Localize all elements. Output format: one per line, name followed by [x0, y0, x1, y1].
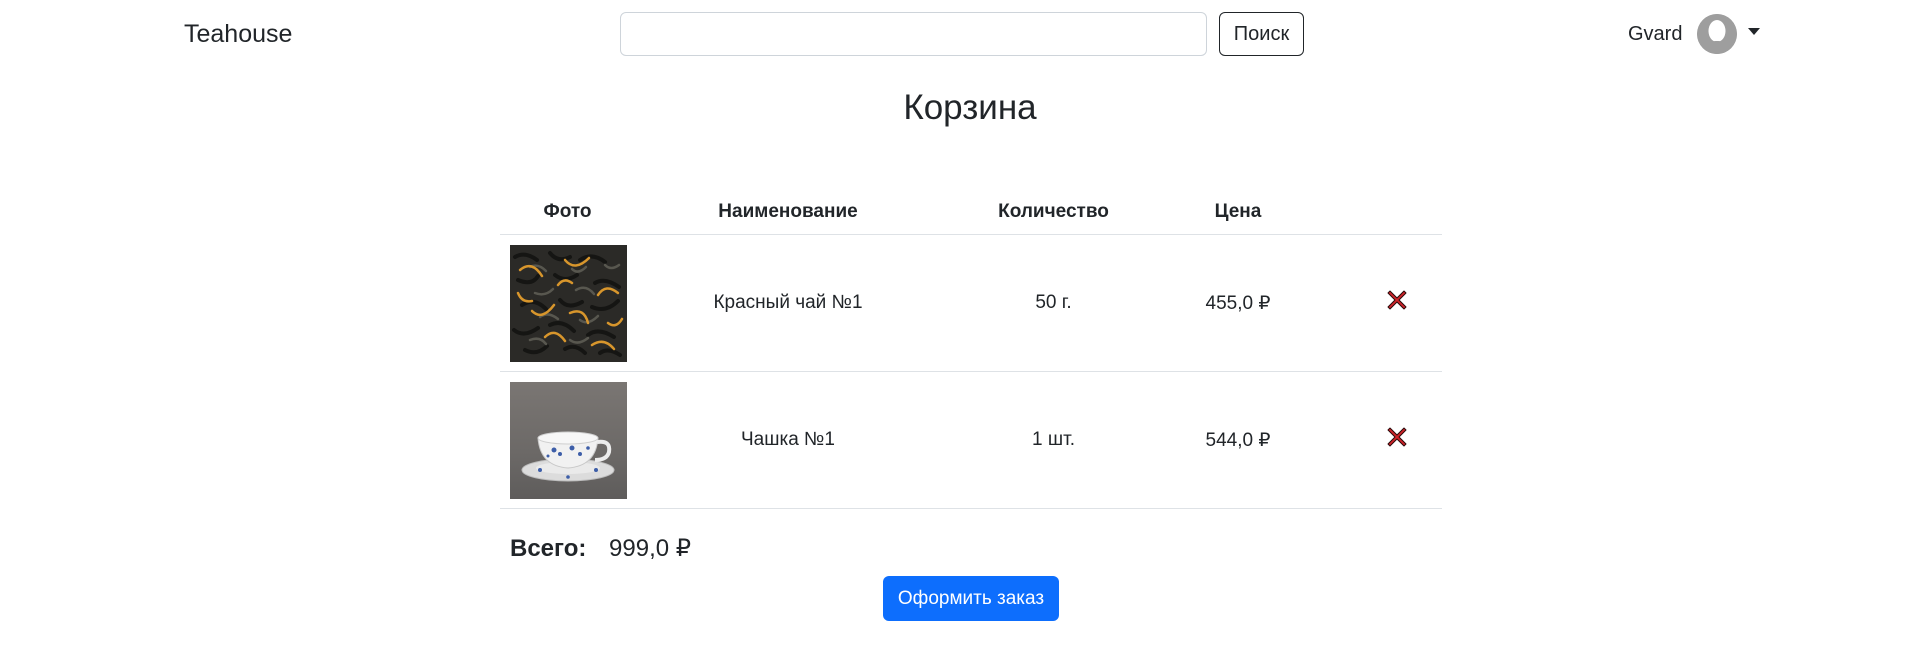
- total-label: Всего:: [510, 535, 587, 562]
- brand-link[interactable]: Teahouse: [184, 20, 292, 49]
- column-header-price: Цена: [1166, 190, 1310, 235]
- item-name: Красный чай №1: [635, 234, 941, 372]
- avatar: [1697, 14, 1737, 54]
- column-header-name: Наименование: [635, 190, 941, 235]
- photo-cell: [500, 234, 635, 372]
- navbar: Teahouse Поиск Gvard: [0, 0, 1920, 70]
- actions-cell: [1310, 371, 1442, 509]
- search-input[interactable]: [620, 12, 1207, 56]
- column-header-actions: [1310, 190, 1442, 235]
- column-header-photo: Фото: [500, 190, 635, 235]
- actions-cell: [1310, 234, 1442, 372]
- photo-cell: [500, 371, 635, 509]
- user-icon: [1697, 14, 1737, 54]
- item-price: 455,0 ₽: [1166, 234, 1310, 372]
- loose-leaf-tea-photo[interactable]: [510, 244, 627, 362]
- tea-cup-photo[interactable]: [510, 381, 627, 499]
- table-row: Красный чай №1 50 г. 455,0 ₽: [500, 234, 1442, 372]
- order-total: Всего: 999,0 ₽: [510, 534, 691, 563]
- search-button[interactable]: Поиск: [1219, 12, 1304, 56]
- page-title: Корзина: [903, 88, 1037, 127]
- remove-item-button[interactable]: [1385, 288, 1409, 312]
- table-row: Чашка №1 1 шт. 544,0 ₽: [500, 371, 1442, 509]
- total-value: 999,0 ₽: [609, 535, 692, 562]
- checkout-button[interactable]: Оформить заказ: [883, 576, 1059, 621]
- remove-item-button[interactable]: [1385, 425, 1409, 449]
- column-header-quantity: Количество: [941, 190, 1166, 235]
- table-header-row: Фото Наименование Количество Цена: [500, 190, 1442, 235]
- user-menu-dropdown[interactable]: [1697, 14, 1760, 56]
- item-name: Чашка №1: [635, 371, 941, 509]
- cart-table: Фото Наименование Количество Цена Красны…: [500, 190, 1442, 509]
- item-quantity: 1 шт.: [941, 371, 1166, 509]
- item-price: 544,0 ₽: [1166, 371, 1310, 509]
- chevron-down-icon: [1748, 28, 1760, 35]
- item-quantity: 50 г.: [941, 234, 1166, 372]
- user-name: Gvard: [1628, 23, 1683, 45]
